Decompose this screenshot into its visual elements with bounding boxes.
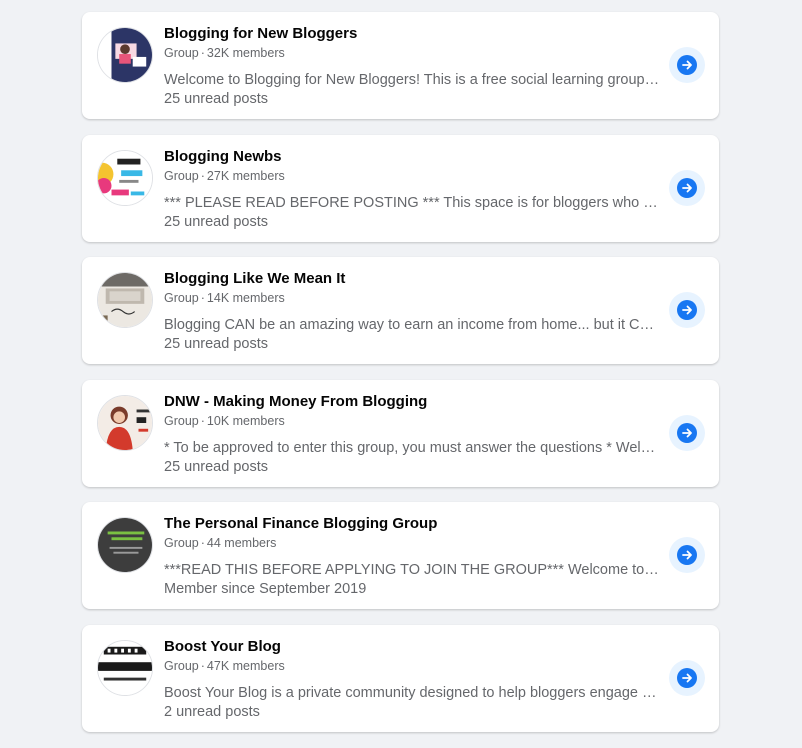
member-count: 27K members — [206, 168, 285, 183]
group-meta: Group · 44 members — [164, 536, 276, 550]
group-card[interactable]: Blogging Newbs Group · 27K members *** PLE… — [82, 134, 719, 242]
group-description: Blogging CAN be an amazing way to earn a… — [164, 317, 660, 334]
member-count: 47K members — [206, 658, 285, 673]
separator-dot: · — [200, 46, 205, 60]
group-meta: Group · 27K members — [164, 169, 285, 183]
group-avatar[interactable] — [97, 517, 153, 574]
group-name[interactable]: The Personal Finance Blogging Group — [164, 515, 437, 532]
member-count: 32K members — [206, 46, 285, 60]
open-group-button[interactable] — [669, 292, 705, 329]
open-group-button[interactable] — [669, 47, 705, 83]
unread-posts-count: 2 unread posts — [164, 703, 260, 720]
membership-status: Member since September 2019 — [164, 581, 367, 598]
unread-posts-count: 25 unread posts — [164, 91, 268, 107]
group-meta: Group · 47K members — [164, 659, 285, 673]
arrow-right-icon — [677, 177, 697, 198]
group-description: *** PLEASE READ BEFORE POSTING *** This … — [164, 194, 660, 211]
group-card[interactable]: The Personal Finance Blogging Group Grou… — [82, 502, 719, 610]
group-card[interactable]: Boost Your Blog Group · 47K members Boost … — [82, 624, 719, 732]
arrow-right-icon — [677, 55, 697, 75]
group-avatar[interactable] — [97, 639, 153, 696]
group-avatar[interactable] — [97, 27, 153, 83]
arrow-right-icon — [677, 422, 697, 443]
group-card[interactable]: Blogging Like We Mean It Group · 14K membe… — [82, 257, 719, 365]
unread-posts-count: 25 unread posts — [164, 458, 268, 475]
open-group-button[interactable] — [669, 537, 705, 574]
member-count: 10K members — [206, 413, 285, 428]
group-list: Blogging for New Bloggers Group · 32K memb… — [82, 12, 719, 748]
group-name[interactable]: Boost Your Blog — [164, 638, 281, 655]
group-avatar[interactable] — [97, 272, 153, 329]
group-type: Group — [164, 413, 199, 428]
group-type: Group — [164, 291, 199, 306]
group-card[interactable]: DNW - Making Money From Blogging Group · 1… — [82, 379, 719, 487]
unread-posts-count: 25 unread posts — [164, 336, 268, 353]
group-type: Group — [164, 46, 199, 60]
group-description: Boost Your Blog is a private community d… — [164, 684, 660, 701]
unread-posts-count: 25 unread posts — [164, 213, 268, 230]
arrow-right-icon — [677, 545, 697, 566]
member-count: 44 members — [206, 536, 277, 551]
group-description: Welcome to Blogging for New Bloggers! Th… — [164, 72, 660, 88]
member-count: 14K members — [206, 291, 285, 306]
group-description: ***READ THIS BEFORE APPLYING TO JOIN THE… — [164, 562, 660, 579]
group-type: Group — [164, 658, 199, 673]
group-meta: Group · 32K members — [164, 46, 285, 60]
separator-dot: · — [200, 168, 205, 183]
group-avatar[interactable] — [97, 149, 153, 206]
group-name[interactable]: DNW - Making Money From Blogging — [164, 393, 427, 410]
separator-dot: · — [200, 658, 205, 673]
separator-dot: · — [200, 291, 205, 306]
group-name[interactable]: Blogging Like We Mean It — [164, 270, 345, 287]
open-group-button[interactable] — [669, 169, 705, 206]
arrow-right-icon — [677, 667, 697, 688]
group-description: * To be approved to enter this group, yo… — [164, 439, 660, 456]
separator-dot: · — [200, 536, 205, 551]
group-card[interactable]: Blogging for New Bloggers Group · 32K memb… — [82, 12, 719, 119]
group-meta: Group · 14K members — [164, 291, 285, 305]
group-avatar[interactable] — [97, 394, 153, 451]
arrow-right-icon — [677, 300, 697, 321]
group-name[interactable]: Blogging Newbs — [164, 148, 282, 165]
group-meta: Group · 10K members — [164, 414, 285, 428]
group-name[interactable]: Blogging for New Bloggers — [164, 25, 357, 42]
separator-dot: · — [200, 413, 205, 428]
open-group-button[interactable] — [669, 414, 705, 451]
group-type: Group — [164, 536, 199, 551]
group-type: Group — [164, 168, 199, 183]
open-group-button[interactable] — [669, 659, 705, 696]
